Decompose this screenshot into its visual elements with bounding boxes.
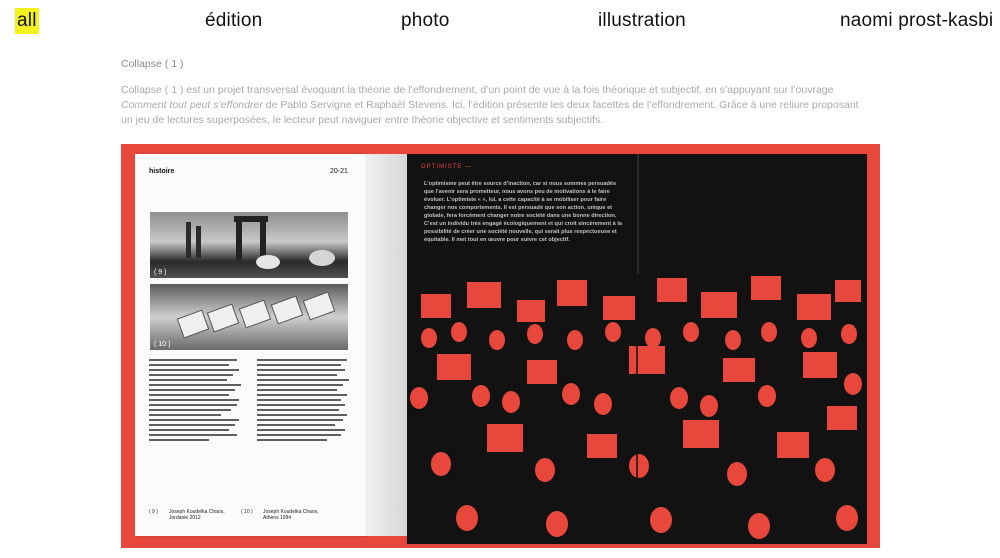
- nav-illustration[interactable]: illustration: [598, 8, 686, 34]
- left-page-number: 20-21: [330, 168, 348, 175]
- credit-10-text: Joseph Koudelka Chaos, Athens 1994: [263, 509, 319, 521]
- book-left-page: histoire 20-21 ( 9 ) (10) (9) Joseph…: [135, 154, 365, 536]
- left-page-text-columns: [149, 359, 355, 499]
- fallen-columns-illustration: [176, 291, 336, 339]
- text-column-2: [257, 359, 351, 444]
- crowd-illustration: [407, 274, 867, 544]
- left-page-header: histoire: [149, 168, 175, 175]
- project-title: Collapse ( 1 ): [121, 58, 184, 70]
- optimiste-label: OPTIMISTE —: [421, 164, 473, 170]
- description-part1: Collapse ( 1 ) est un projet transversal…: [121, 84, 834, 96]
- left-photo-credit-10: ( 10 ) Joseph Koudelka Chaos, Athens 199…: [241, 509, 323, 521]
- book-title: Comment tout peut s’effondrer: [121, 99, 263, 111]
- ruins-photo: ( 9 ): [150, 212, 348, 278]
- top-navigation: all édition photo illustration naomi pro…: [0, 8, 1000, 36]
- photo-9-caption: ( 9 ): [154, 269, 167, 276]
- nav-photo[interactable]: photo: [401, 8, 450, 34]
- left-photo-credit-9: ( 9 ) Joseph Koudelka Chaos, Jordanie 20…: [149, 509, 229, 521]
- columns-photo: ( 10 ): [150, 284, 348, 350]
- nav-all[interactable]: all: [15, 8, 39, 34]
- project-photo: histoire 20-21 ( 9 ) (10) (9) Joseph…: [121, 144, 880, 548]
- text-column-1: [149, 359, 243, 444]
- nav-about[interactable]: naomi prost-kasbi: [840, 8, 993, 34]
- project-description: Collapse ( 1 ) est un projet transversal…: [121, 83, 866, 128]
- nav-edition[interactable]: édition: [205, 8, 262, 34]
- credit-9-text: Joseph Koudelka Chaos, Jordanie 2012: [169, 509, 225, 521]
- book-page-edge: [365, 154, 407, 536]
- credit-9-number: ( 9 ): [149, 509, 158, 515]
- optimiste-text: L’optimisme peut être source d’inaction,…: [424, 181, 622, 243]
- credit-10-number: ( 10 ): [241, 509, 253, 515]
- photo-10-caption: ( 10 ): [154, 341, 171, 348]
- ruins-illustration: [186, 216, 335, 269]
